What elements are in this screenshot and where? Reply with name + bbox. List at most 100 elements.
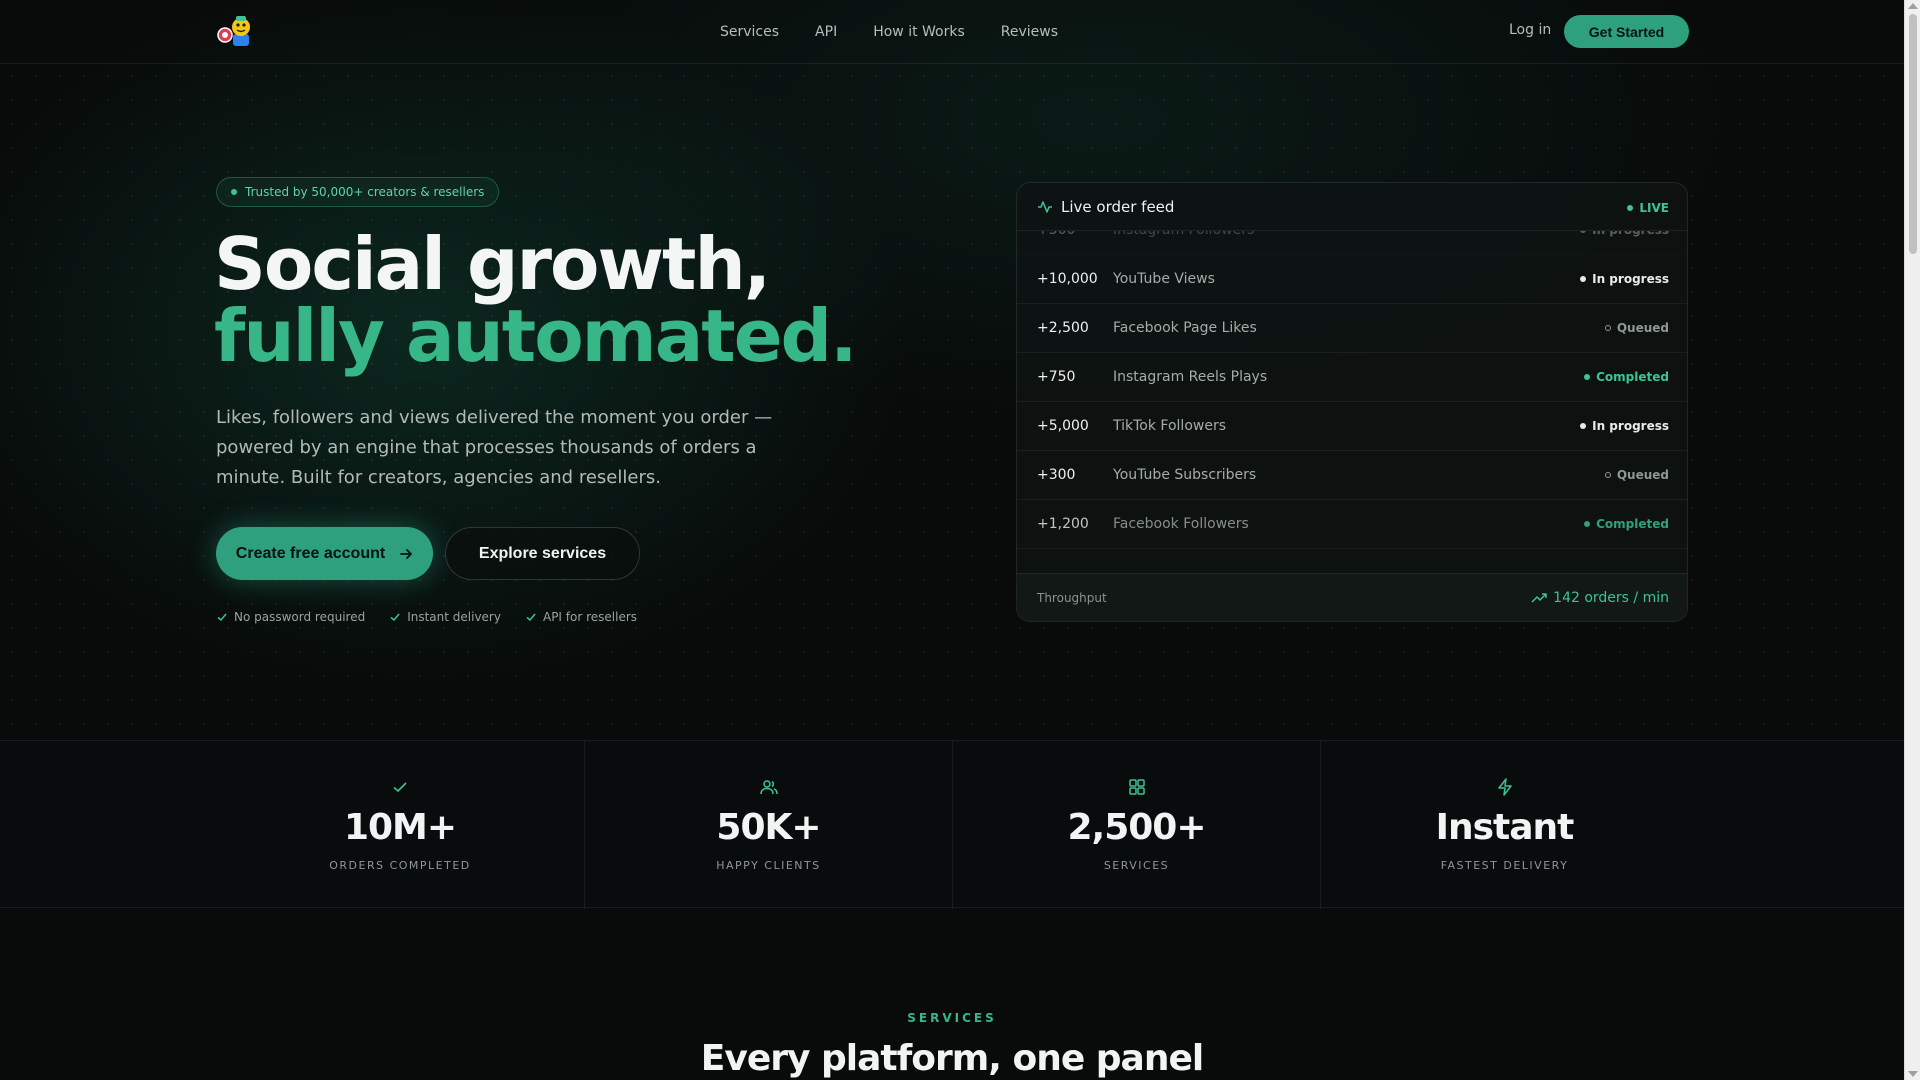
nav-link-how-it-works[interactable]: How it Works	[873, 24, 965, 40]
order-status-text: Completed	[1596, 370, 1669, 384]
order-status-text: Completed	[1596, 517, 1669, 531]
services-eyebrow: SERVICES	[907, 1011, 997, 1025]
trending-up-icon	[1531, 593, 1547, 603]
arrow-right-icon	[400, 548, 413, 559]
grid-icon	[1128, 779, 1145, 795]
order-status: In progress	[1580, 231, 1669, 237]
order-row: +1,200 Facebook Followers Completed	[1017, 500, 1687, 549]
activity-pulse-icon	[1038, 201, 1052, 213]
check-label: Instant delivery	[407, 610, 501, 624]
check-label: No password required	[234, 610, 366, 624]
order-status-text: In progress	[1592, 272, 1669, 286]
hero-title-line1: Social growth,	[214, 222, 771, 306]
create-account-button[interactable]: Create free account	[216, 527, 433, 580]
nav-link-api[interactable]: API	[815, 24, 837, 40]
order-status-text: Queued	[1616, 321, 1669, 335]
order-row: +300 YouTube Subscribers Queued	[1017, 451, 1687, 500]
status-dot-icon	[1580, 423, 1587, 429]
stat-value: 50K+	[716, 807, 821, 848]
order-row: +2,500 Facebook Page Likes Queued	[1017, 304, 1687, 353]
order-service: Facebook Followers	[1113, 516, 1249, 532]
throughput-text: 142 orders / min	[1553, 590, 1669, 606]
check-item: No password required	[216, 610, 365, 624]
order-service: YouTube Subscribers	[1113, 467, 1257, 483]
order-row: +5,000 TikTok Followers In progress	[1017, 402, 1687, 451]
stat-value: 10M+	[343, 807, 457, 848]
live-indicator: LIVE	[1627, 201, 1669, 215]
order-row: +750 Instagram Reels Plays Completed	[1017, 353, 1687, 402]
create-account-label: Create free account	[235, 544, 386, 562]
scroll-down-arrow-icon[interactable]	[1908, 1071, 1918, 1077]
order-quantity: +1,200	[1037, 516, 1089, 532]
stat-label: HAPPY CLIENTS	[716, 859, 821, 872]
order-service: Instagram Followers	[1113, 231, 1254, 238]
order-status: Queued	[1604, 321, 1669, 335]
login-link[interactable]: Log in	[1509, 22, 1551, 38]
badge-dot-icon	[231, 189, 237, 195]
stat-orders-completed: 10M+ ORDERS COMPLETED	[216, 741, 584, 909]
live-dot-icon	[1627, 205, 1634, 211]
order-service: YouTube Views	[1113, 271, 1215, 287]
brand-logo[interactable]	[216, 14, 254, 50]
top-nav: Services API How it Works Reviews Log in…	[0, 0, 1904, 64]
check-icon	[217, 613, 227, 622]
nav-link-services[interactable]: Services	[720, 24, 779, 40]
order-status-text: Queued	[1616, 468, 1669, 482]
feed-title: Live order feed	[1061, 198, 1175, 216]
order-quantity: +750	[1037, 369, 1076, 385]
check-label: API for resellers	[542, 610, 638, 624]
hero-feature-checks: No password required Instant delivery AP…	[216, 610, 637, 624]
order-status: Completed	[1584, 517, 1669, 531]
stat-services: 2,500+ SERVICES	[952, 741, 1320, 909]
stat-label: ORDERS COMPLETED	[329, 859, 471, 872]
throughput-value: 142 orders / min	[1531, 590, 1669, 606]
status-dot-icon	[1604, 472, 1611, 478]
feed-header: Live order feed LIVE	[1017, 183, 1687, 231]
feed-rows: +500Instagram FollowersIn progress+10,00…	[1017, 231, 1687, 583]
order-service: Facebook Page Likes	[1113, 320, 1257, 336]
order-status: In progress	[1580, 272, 1669, 286]
page-scrollbar[interactable]	[1904, 0, 1920, 1080]
get-started-button[interactable]: Get Started	[1564, 15, 1689, 48]
order-service: Instagram Reels Plays	[1113, 369, 1268, 385]
order-quantity: +300	[1037, 467, 1076, 483]
order-status: In progress	[1580, 419, 1669, 433]
check-item: API for resellers	[525, 610, 637, 624]
stat-value: Instant	[1435, 807, 1575, 848]
order-status: Queued	[1604, 468, 1669, 482]
stat-fastest-delivery: Instant FASTEST DELIVERY	[1320, 741, 1688, 909]
check-icon	[526, 613, 536, 622]
order-quantity: +2,500	[1037, 320, 1089, 336]
live-label: LIVE	[1639, 201, 1669, 215]
order-quantity: +10,000	[1037, 271, 1098, 287]
order-row: +10,000 YouTube Views In progress	[1017, 255, 1687, 304]
stat-label: FASTEST DELIVERY	[1440, 859, 1569, 872]
explore-services-button[interactable]: Explore services	[445, 527, 640, 580]
check-icon	[390, 613, 400, 622]
status-dot-icon	[1580, 231, 1587, 233]
live-order-feed-card: Live order feed LIVE +500 Instagram Follo…	[1016, 182, 1688, 622]
status-dot-icon	[1580, 276, 1587, 282]
throughput-label: Throughput	[1037, 591, 1107, 605]
logo-mascot-icon	[217, 16, 250, 46]
services-section-title: Every platform, one panel	[700, 1038, 1204, 1079]
badge-text: Trusted by 50,000+ creators & resellers	[245, 185, 485, 199]
order-status: Completed	[1584, 370, 1669, 384]
scroll-thumb[interactable]	[1909, 14, 1917, 254]
scroll-up-arrow-icon[interactable]	[1908, 3, 1918, 9]
feed-footer: Throughput 142 orders / min	[1017, 573, 1687, 621]
stat-value: 2,500+	[1067, 807, 1206, 848]
stat-happy-clients: 50K+ HAPPY CLIENTS	[584, 741, 952, 909]
status-dot-icon	[1604, 325, 1611, 331]
trust-badge: Trusted by 50,000+ creators & resellers	[216, 177, 500, 207]
status-dot-icon	[1584, 521, 1591, 527]
page: Services API How it Works Reviews Log in…	[0, 0, 1904, 1080]
stats-bar: 10M+ ORDERS COMPLETED 50K+ HAPPY CLIENTS…	[0, 740, 1904, 909]
hero-description: Likes, followers and views delivered the…	[216, 407, 773, 488]
nav-link-reviews[interactable]: Reviews	[1001, 24, 1058, 40]
bolt-icon	[1497, 778, 1512, 796]
order-status-text: In progress	[1592, 231, 1669, 237]
nav-links: Services API How it Works Reviews	[720, 0, 1058, 64]
hero-title-line2: fully automated.	[214, 294, 857, 378]
check-item: Instant delivery	[389, 610, 501, 624]
